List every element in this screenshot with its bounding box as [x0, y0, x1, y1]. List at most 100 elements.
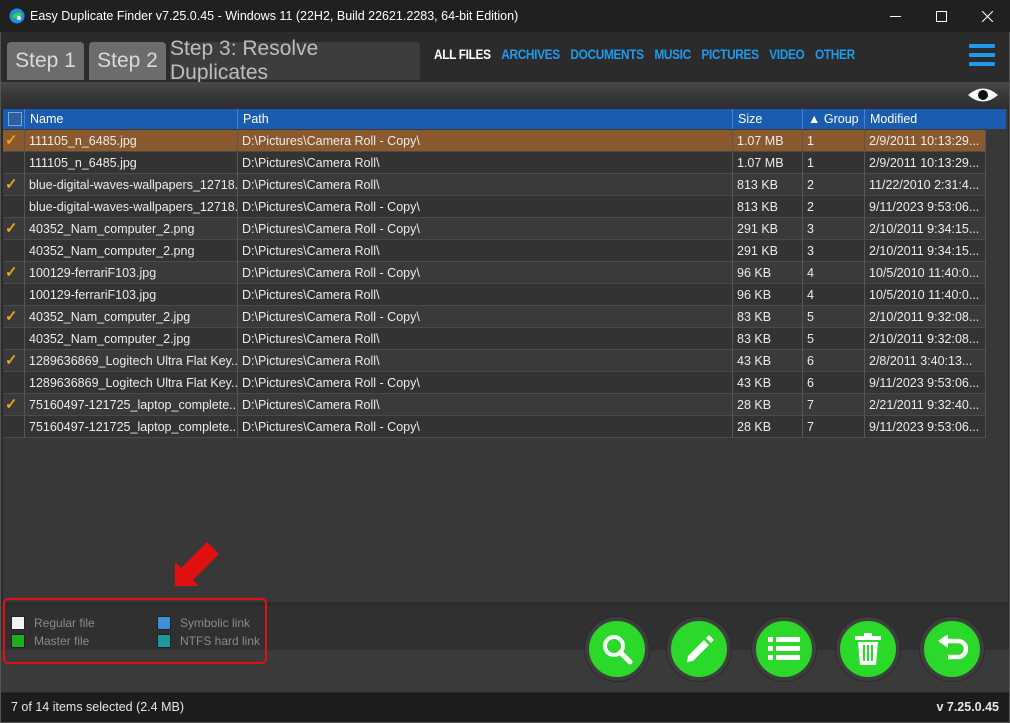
header-path[interactable]: Path [238, 109, 733, 129]
filter-all-files[interactable]: ALL FILES [434, 47, 491, 67]
tab-step-2[interactable]: Step 2 [89, 42, 166, 80]
check-icon: ✓ [5, 264, 18, 281]
row-checkbox[interactable] [3, 152, 25, 174]
cell-group: 1 [803, 152, 865, 174]
table-row[interactable]: 100129-ferrariF103.jpg D:\Pictures\Camera… [3, 284, 986, 306]
status-bar: 7 of 14 items selected (2.4 MB) v 7.25.0… [1, 693, 1009, 722]
cell-path: D:\Pictures\Camera Roll\ [238, 328, 733, 350]
cell-size: 291 KB [733, 240, 803, 262]
filter-documents[interactable]: DOCUMENTS [570, 47, 644, 67]
cell-name: 75160497-121725_laptop_complete... [25, 416, 238, 438]
row-checkbox[interactable]: ✓ [3, 262, 25, 284]
row-checkbox[interactable]: ✓ [3, 130, 25, 152]
edit-button[interactable] [667, 617, 731, 681]
cell-modified: 2/10/2011 9:34:15... [865, 218, 986, 240]
cell-name: 40352_Nam_computer_2.jpg [25, 328, 238, 350]
row-checkbox[interactable]: ✓ [3, 306, 25, 328]
header-modified[interactable]: Modified [865, 109, 1006, 129]
tab-step-3[interactable]: Step 3: Resolve Duplicates [170, 37, 420, 84]
cell-size: 813 KB [733, 196, 803, 218]
cell-modified: 2/10/2011 9:34:15... [865, 240, 986, 262]
cell-path: D:\Pictures\Camera Roll\ [238, 152, 733, 174]
table-row[interactable]: ✓ blue-digital-waves-wallpapers_12718... D… [3, 174, 986, 196]
version-label: v 7.25.0.45 [936, 700, 999, 714]
header-select-all[interactable] [3, 109, 25, 129]
cell-name: blue-digital-waves-wallpapers_12718... [25, 174, 238, 196]
cell-size: 96 KB [733, 262, 803, 284]
tab-step-1[interactable]: Step 1 [7, 42, 84, 80]
row-checkbox[interactable] [3, 416, 25, 438]
cell-modified: 2/21/2011 9:32:40... [865, 394, 986, 416]
filter-pictures[interactable]: PICTURES [701, 47, 759, 67]
check-icon: ✓ [5, 308, 18, 325]
table-row[interactable]: 40352_Nam_computer_2.png D:\Pictures\Came… [3, 240, 986, 262]
table-row[interactable]: ✓ 111105_n_6485.jpg D:\Pictures\Camera Rol… [3, 130, 986, 152]
cell-group: 7 [803, 394, 865, 416]
legend-highlight-box [3, 598, 267, 664]
minimize-button[interactable] [872, 0, 918, 32]
filter-video[interactable]: VIDEO [769, 47, 805, 67]
cell-path: D:\Pictures\Camera Roll\ [238, 284, 733, 306]
table-row[interactable]: ✓ 1289636869_Logitech Ultra Flat Key... D:… [3, 350, 986, 372]
row-checkbox[interactable] [3, 328, 25, 350]
row-checkbox[interactable] [3, 372, 25, 394]
delete-button[interactable] [836, 617, 900, 681]
minimize-icon [889, 15, 901, 17]
header-size[interactable]: Size [733, 109, 803, 129]
row-checkbox[interactable]: ✓ [3, 218, 25, 240]
cell-group: 3 [803, 218, 865, 240]
row-checkbox[interactable] [3, 240, 25, 262]
close-button[interactable] [964, 0, 1010, 32]
list-icon [768, 637, 800, 660]
legend-ntfs-hard-link: NTFS hard link [157, 634, 260, 648]
check-icon: ✓ [5, 132, 18, 149]
cell-size: 1.07 MB [733, 152, 803, 174]
table-row[interactable]: 40352_Nam_computer_2.jpg D:\Pictures\Came… [3, 328, 986, 350]
filter-other[interactable]: OTHER [815, 47, 855, 67]
table-row[interactable]: blue-digital-waves-wallpapers_12718... D:… [3, 196, 986, 218]
row-checkbox[interactable] [3, 196, 25, 218]
row-checkbox[interactable]: ✓ [3, 394, 25, 416]
cell-modified: 9/11/2023 9:53:06... [865, 196, 986, 218]
cell-name: 40352_Nam_computer_2.png [25, 218, 238, 240]
table-row[interactable]: ✓ 100129-ferrariF103.jpg D:\Pictures\Camer… [3, 262, 986, 284]
cell-modified: 2/10/2011 9:32:08... [865, 328, 986, 350]
search-button[interactable] [585, 617, 649, 681]
legend-label: NTFS hard link [180, 634, 261, 648]
filter-music[interactable]: MUSIC [654, 47, 691, 67]
list-button[interactable] [752, 617, 816, 681]
maximize-button[interactable] [918, 0, 964, 32]
row-checkbox[interactable]: ✓ [3, 350, 25, 372]
cell-size: 43 KB [733, 372, 803, 394]
header-name[interactable]: Name [25, 109, 238, 129]
table-row[interactable]: ✓ 40352_Nam_computer_2.jpg D:\Pictures\Cam… [3, 306, 986, 328]
cell-modified: 11/22/2010 2:31:4... [865, 174, 986, 196]
cell-modified: 10/5/2010 11:40:0... [865, 262, 986, 284]
table-row[interactable]: ✓ 75160497-121725_laptop_complete... D:\Pi… [3, 394, 986, 416]
eye-icon[interactable] [967, 85, 999, 105]
table-row[interactable]: 111105_n_6485.jpg D:\Pictures\Camera Roll… [3, 152, 986, 174]
header-group[interactable]: ▲ Group [803, 109, 865, 129]
cell-group: 3 [803, 240, 865, 262]
regular-file-swatch [11, 616, 25, 630]
table-row[interactable]: ✓ 40352_Nam_computer_2.png D:\Pictures\Cam… [3, 218, 986, 240]
maximize-icon [935, 10, 947, 22]
undo-button[interactable] [920, 617, 984, 681]
row-checkbox[interactable] [3, 284, 25, 306]
cell-size: 43 KB [733, 350, 803, 372]
cell-path: D:\Pictures\Camera Roll - Copy\ [238, 196, 733, 218]
cell-name: 40352_Nam_computer_2.png [25, 240, 238, 262]
filter-archives[interactable]: ARCHIVES [501, 47, 560, 67]
table-row[interactable]: 1289636869_Logitech Ultra Flat Key... D:\… [3, 372, 986, 394]
cell-modified: 2/8/2011 3:40:13... [865, 350, 986, 372]
cell-group: 6 [803, 372, 865, 394]
row-checkbox[interactable]: ✓ [3, 174, 25, 196]
duplicates-grid: Name Path Size ▲ Group Modified ✓ 111105_… [3, 109, 1008, 602]
file-type-filters: ALL FILES ARCHIVES DOCUMENTS MUSIC PICTU… [434, 47, 865, 67]
cell-size: 28 KB [733, 416, 803, 438]
hamburger-menu-icon[interactable] [969, 44, 995, 66]
annotation-arrow-icon [175, 542, 219, 586]
table-row[interactable]: 75160497-121725_laptop_complete... D:\Pic… [3, 416, 986, 438]
select-all-checkbox[interactable] [8, 112, 22, 126]
cell-group: 5 [803, 306, 865, 328]
